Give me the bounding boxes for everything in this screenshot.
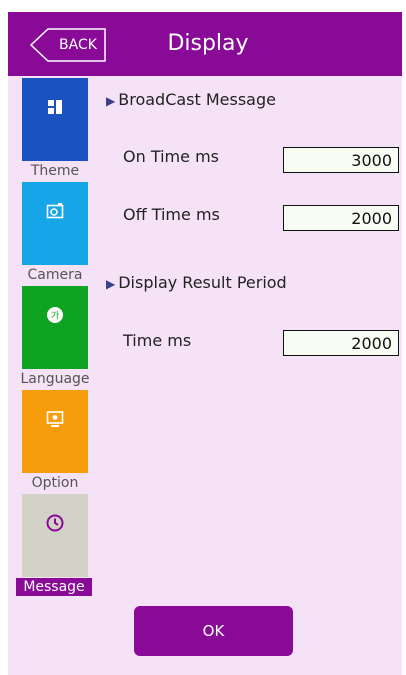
language-tile: 가 [22,286,88,369]
ok-button[interactable]: OK [134,606,293,656]
off-time-label: Off Time ms [123,205,220,224]
camera-tile [22,182,88,265]
clock-icon [46,514,64,532]
message-tile [22,494,88,577]
section-title: Display Result Period [118,273,287,292]
sidebar-item-label: Camera [27,267,83,283]
sidebar-item-message[interactable]: Message [8,494,102,598]
section-display-result-period: ▶ Display Result Period [106,273,287,292]
section-arrow-icon: ▶ [106,94,116,108]
sidebar-item-language[interactable]: 가 Language [8,286,102,390]
sidebar-item-label: Language [20,371,90,387]
theme-icon [48,100,62,114]
section-title: BroadCast Message [118,90,276,109]
time-label: Time ms [123,331,192,350]
page-title: Display [167,31,249,56]
sidebar-item-camera[interactable]: Camera [8,182,102,286]
header-bar: BACK Display [8,12,402,76]
sidebar-item-theme[interactable]: Theme [8,78,102,182]
language-icon: 가 [47,307,63,323]
back-button[interactable]: BACK [30,28,106,62]
display-screen: BACK Display Theme Camera 가 Language Opt… [8,12,402,675]
on-time-label: On Time ms [123,147,219,166]
sidebar-item-label: Message [16,578,92,596]
time-input[interactable] [283,330,399,356]
svg-text:가: 가 [51,311,59,322]
sidebar-item-option[interactable]: Option [8,390,102,494]
option-tile [22,390,88,473]
section-arrow-icon: ▶ [106,277,116,291]
off-time-input[interactable] [283,205,399,231]
camera-icon [46,203,64,219]
sidebar-item-label: Theme [30,163,80,179]
theme-tile [22,78,88,161]
section-broadcast-message: ▶ BroadCast Message [106,90,276,109]
on-time-input[interactable] [283,147,399,173]
back-label: BACK [59,37,97,53]
sidebar-item-label: Option [31,475,79,491]
option-icon [46,411,64,427]
